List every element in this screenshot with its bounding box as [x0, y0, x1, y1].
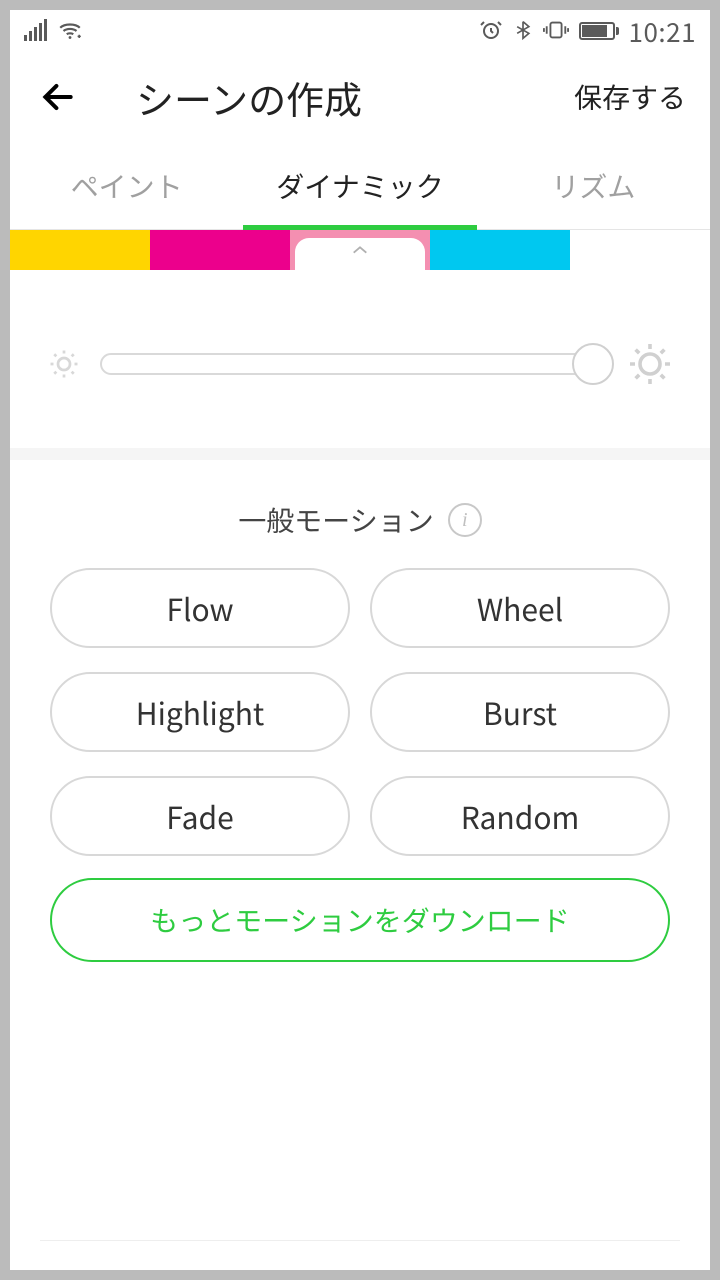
motion-section-header: 一般モーション i: [10, 460, 710, 568]
tab-paint[interactable]: ペイント: [10, 142, 243, 229]
motion-option-fade[interactable]: Fade: [50, 776, 350, 856]
slider-thumb[interactable]: [572, 343, 614, 385]
battery-icon: [579, 22, 619, 40]
wifi-icon: [57, 18, 83, 44]
motion-option-random[interactable]: Random: [370, 776, 670, 856]
color-swatch-cyan[interactable]: [430, 230, 570, 270]
status-right: 10:21: [479, 13, 696, 50]
motion-option-wheel[interactable]: Wheel: [370, 568, 670, 648]
brightness-slider[interactable]: [100, 344, 608, 384]
slider-track: [100, 353, 608, 375]
status-left: [24, 18, 83, 44]
color-swatch-empty[interactable]: [570, 230, 710, 270]
color-swatch-yellow[interactable]: [10, 230, 150, 270]
brightness-control: [10, 270, 710, 460]
alarm-icon: [479, 14, 503, 49]
color-swatch-magenta[interactable]: [150, 230, 290, 270]
bottom-divider: [40, 1240, 680, 1270]
app-header: シーンの作成 保存する: [10, 52, 710, 142]
status-bar: 10:21: [10, 10, 710, 52]
color-swatch-strip: [10, 230, 710, 270]
download-more-motions-button[interactable]: もっとモーションをダウンロード: [50, 878, 670, 962]
cell-signal-icon: [24, 21, 47, 41]
page-title: シーンの作成: [136, 70, 362, 125]
bluetooth-icon: [513, 14, 533, 49]
color-swatch-pink-selected[interactable]: [290, 230, 430, 270]
tab-dynamic[interactable]: ダイナミック: [243, 142, 476, 229]
motion-section-label: 一般モーション: [238, 500, 433, 540]
motion-grid: Flow Wheel Highlight Burst Fade Random: [10, 568, 710, 856]
tab-rhythm[interactable]: リズム: [477, 142, 710, 229]
motion-option-flow[interactable]: Flow: [50, 568, 350, 648]
vibrate-icon: [543, 14, 569, 49]
motion-option-highlight[interactable]: Highlight: [50, 672, 350, 752]
info-icon[interactable]: i: [448, 503, 482, 537]
motion-option-burst[interactable]: Burst: [370, 672, 670, 752]
back-button[interactable]: [34, 73, 82, 121]
save-button[interactable]: 保存する: [570, 69, 690, 125]
brightness-low-icon: [46, 346, 82, 382]
tab-bar: ペイント ダイナミック リズム: [10, 142, 710, 230]
swatch-selected-handle[interactable]: [295, 238, 425, 286]
app-frame: 10:21 シーンの作成 保存する ペイント ダイナミック リズム: [10, 10, 710, 1270]
brightness-high-icon: [626, 340, 674, 388]
clock-time: 10:21: [629, 13, 696, 50]
